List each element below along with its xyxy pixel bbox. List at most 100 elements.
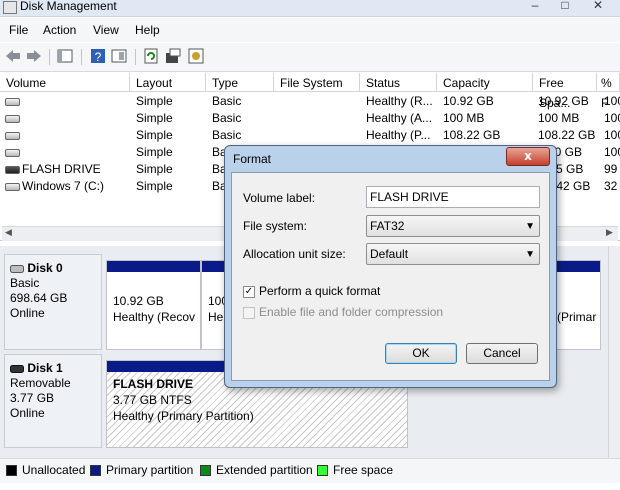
column-header-percent-free[interactable]: % F bbox=[597, 73, 620, 110]
legend-label: Primary partition bbox=[106, 463, 194, 477]
column-header-capacity[interactable]: Capacity bbox=[437, 73, 533, 92]
partition-status: (Primar bbox=[557, 310, 597, 324]
title-bar: Disk Management – □ ✕ bbox=[0, 0, 620, 17]
compression-checkbox[interactable] bbox=[243, 307, 255, 319]
dropdown-arrow-icon: ▼ bbox=[525, 249, 535, 260]
minimize-button[interactable]: – bbox=[522, 0, 548, 12]
legend-swatch-unallocated bbox=[6, 465, 17, 476]
menu-help[interactable]: Help bbox=[135, 23, 160, 37]
table-row[interactable]: Simple Basic Healthy (A... 100 MB 100 MB… bbox=[0, 110, 620, 127]
column-header-status[interactable]: Status bbox=[360, 73, 437, 92]
disk-name: Disk 1 bbox=[27, 361, 63, 375]
properties-icon[interactable] bbox=[110, 47, 128, 65]
dialog-body: Volume label: FLASH DRIVE File system: F… bbox=[231, 172, 550, 381]
scroll-left-icon[interactable]: ◀ bbox=[5, 227, 12, 238]
cell-free-space: .42 GB bbox=[553, 179, 591, 193]
vertical-scrollbar[interactable] bbox=[608, 246, 620, 458]
file-system-select[interactable]: FAT32 ▼ bbox=[366, 215, 540, 237]
quick-format-label: Perform a quick format bbox=[259, 284, 381, 298]
refresh-icon[interactable] bbox=[142, 47, 160, 65]
cancel-button[interactable]: Cancel bbox=[466, 343, 538, 364]
help-icon[interactable]: ? bbox=[89, 47, 107, 65]
cell-status: Healthy (R... bbox=[366, 94, 433, 108]
flash-drive-icon bbox=[5, 166, 20, 174]
column-header-layout[interactable]: Layout bbox=[130, 73, 206, 92]
quick-format-checkbox[interactable]: ✓ bbox=[243, 286, 255, 298]
cell-status: Healthy (P... bbox=[366, 128, 431, 142]
disk-0-partition-2[interactable]: 100 He bbox=[201, 260, 228, 350]
allocation-unit-label: Allocation unit size: bbox=[243, 247, 346, 261]
partition-status: Healthy (Primary Partition) bbox=[113, 409, 254, 423]
dropdown-arrow-icon: ▼ bbox=[525, 221, 535, 232]
column-header-volume[interactable]: Volume bbox=[0, 73, 130, 92]
table-row[interactable]: Simple Basic Healthy (R... 10.92 GB 10.9… bbox=[0, 93, 620, 110]
format-dialog: Format x Volume label: FLASH DRIVE File … bbox=[224, 145, 557, 388]
toolbar-separator bbox=[135, 49, 136, 65]
cell-type: Basic bbox=[212, 128, 242, 142]
cell-capacity: 10.92 GB bbox=[443, 94, 494, 108]
volume-label-input[interactable]: FLASH DRIVE bbox=[366, 186, 540, 208]
cell-percent-free: 100 bbox=[604, 111, 620, 125]
volume-icon bbox=[5, 149, 20, 157]
column-header-free-space[interactable]: Free Spa... bbox=[533, 73, 597, 110]
disk-0-partition-1[interactable]: 10.92 GB Healthy (Recov bbox=[106, 260, 201, 350]
primary-partition-bar bbox=[202, 261, 225, 272]
scroll-right-icon[interactable]: ▶ bbox=[606, 227, 613, 238]
cell-layout: Simple bbox=[136, 162, 173, 176]
cell-free-space: 10.92 GB bbox=[538, 94, 589, 108]
file-system-label: File system: bbox=[243, 219, 308, 233]
dialog-title: Format bbox=[233, 152, 272, 166]
menu-action[interactable]: Action bbox=[43, 23, 76, 37]
dialog-close-button[interactable]: x bbox=[506, 147, 550, 166]
toolbar-separator bbox=[81, 49, 82, 65]
file-system-value: FAT32 bbox=[370, 219, 405, 233]
partition-size: 10.92 GB bbox=[113, 294, 164, 308]
table-row[interactable]: Simple Basic Healthy (P... 108.22 GB 108… bbox=[0, 127, 620, 144]
cell-layout: Simple bbox=[136, 128, 173, 142]
disk-management-icon bbox=[3, 1, 17, 14]
cell-status: Healthy (A... bbox=[366, 111, 433, 125]
disk-kind: Basic bbox=[10, 276, 40, 290]
disk-0-partition-4[interactable]: (Primar bbox=[554, 260, 601, 350]
allocation-unit-value: Default bbox=[370, 247, 409, 261]
cell-layout: Simple bbox=[136, 94, 173, 108]
svg-text:?: ? bbox=[95, 50, 102, 64]
legend-label: Free space bbox=[333, 463, 394, 477]
disk-name: Disk 0 bbox=[27, 261, 63, 275]
legend-swatch-extended bbox=[200, 465, 211, 476]
back-arrow-icon[interactable] bbox=[4, 47, 22, 65]
cell-volume: FLASH DRIVE bbox=[22, 162, 101, 176]
cell-percent-free: 100 bbox=[604, 128, 620, 142]
menu-file[interactable]: File bbox=[9, 23, 28, 37]
column-header-file-system[interactable]: File System bbox=[274, 73, 360, 92]
settings-icon[interactable] bbox=[187, 47, 205, 65]
disk-1-label[interactable]: Disk 1 Removable 3.77 GB Online bbox=[4, 354, 102, 448]
column-header-type[interactable]: Type bbox=[206, 73, 274, 92]
disk-0-label[interactable]: Disk 0 Basic 698.64 GB Online bbox=[4, 254, 102, 350]
cell-layout: Simple bbox=[136, 179, 173, 193]
cell-free-space: 100 MB bbox=[538, 111, 580, 125]
legend-label: Unallocated bbox=[22, 463, 86, 477]
disk-size: 698.64 GB bbox=[10, 291, 68, 305]
ok-button[interactable]: OK bbox=[385, 343, 457, 364]
allocation-unit-select[interactable]: Default ▼ bbox=[366, 243, 540, 265]
menu-view[interactable]: View bbox=[93, 23, 119, 37]
partition-status: Healthy (Recov bbox=[113, 310, 196, 324]
partition-label: FLASH DRIVE bbox=[113, 377, 194, 391]
rescan-icon[interactable] bbox=[164, 47, 182, 65]
toolbar: ? bbox=[0, 43, 620, 72]
partition-size: 3.77 GB NTFS bbox=[113, 393, 192, 407]
cell-percent-free: 32 bbox=[604, 179, 618, 193]
window-title: Disk Management bbox=[20, 0, 117, 13]
close-window-button[interactable]: ✕ bbox=[585, 0, 611, 12]
forward-arrow-icon[interactable] bbox=[25, 47, 43, 65]
disk-size: 3.77 GB bbox=[10, 391, 55, 405]
console-tree-icon[interactable] bbox=[56, 47, 74, 65]
primary-partition-bar bbox=[107, 261, 200, 272]
menu-bar: File Action View Help bbox=[0, 18, 620, 42]
cell-percent-free: 99 bbox=[604, 162, 618, 176]
legend-swatch-primary bbox=[90, 465, 101, 476]
cell-percent-free: 100 bbox=[604, 94, 620, 108]
maximize-button[interactable]: □ bbox=[552, 0, 578, 12]
cell-free-space: 108.22 GB bbox=[538, 128, 596, 142]
